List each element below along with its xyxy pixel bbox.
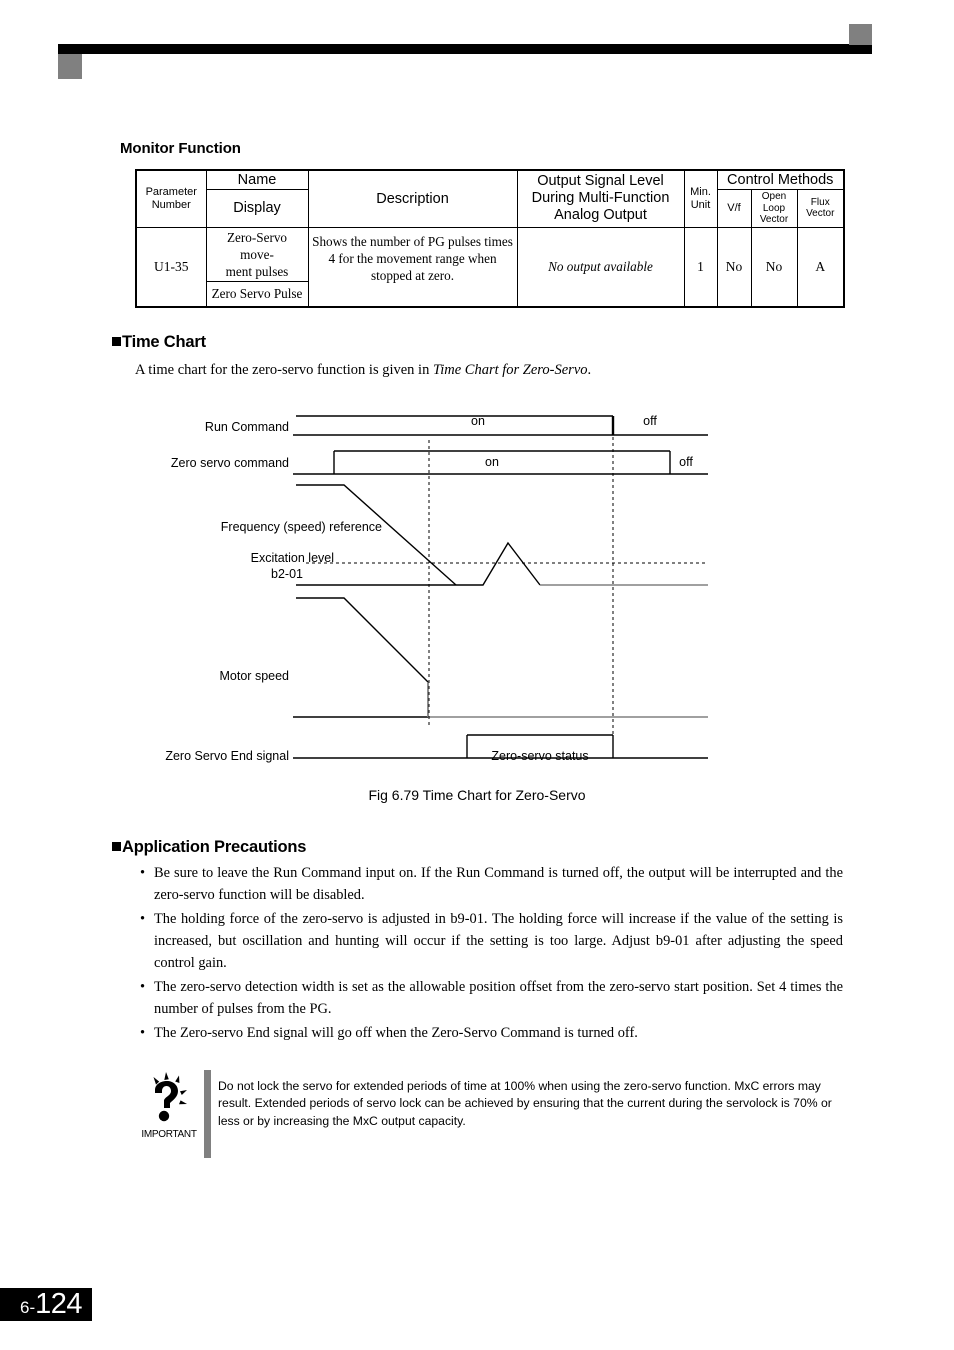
figure-caption: Fig 6.79 Time Chart for Zero-Servo	[368, 787, 586, 803]
frequency-reference-ramp	[296, 484, 457, 586]
th-display: Display	[205, 189, 309, 228]
cell-output-signal-level: No output available	[516, 226, 685, 308]
list-item-text: Be sure to leave the Run Command input o…	[154, 865, 843, 904]
label-frequency-reference: Frequency (speed) reference	[221, 520, 382, 534]
important-icon-group: IMPORTANT	[136, 1068, 202, 1140]
th-name: Name	[205, 169, 309, 190]
state-zero-servo-on: on	[485, 455, 499, 469]
cell-desc-line3: stopped at zero.	[370, 268, 455, 284]
state-run-command-on: on	[471, 414, 485, 428]
bullet-icon: •	[140, 911, 146, 928]
precautions-list: • Be sure to leave the Run Command input…	[137, 862, 843, 1046]
th-output-line3: Analog Output	[554, 207, 647, 224]
header-black-bar	[58, 44, 872, 54]
th-output-signal-level: Output Signal Level During Multi-Function…	[516, 169, 685, 228]
th-olv-line2: Loop	[762, 202, 786, 214]
motor-speed-ramp	[296, 597, 429, 683]
exclamation-burst-icon	[153, 1072, 187, 1122]
bullet-icon: •	[140, 979, 146, 996]
label-zero-servo-command: Zero servo command	[171, 456, 289, 470]
list-item-text: The zero-servo detection width is set as…	[154, 979, 843, 1018]
th-parameter-number-line1: Parameter	[145, 186, 197, 199]
list-item: • The zero-servo detection width is set …	[137, 976, 843, 1020]
time-chart-heading-label: Time Chart	[122, 333, 206, 351]
intro-suffix: .	[587, 362, 592, 378]
th-parameter-number-line2: Number	[151, 198, 191, 211]
intro-prefix: A time chart for the zero-servo function…	[135, 362, 433, 378]
application-precautions-heading-label: Application Precautions	[122, 838, 307, 856]
time-chart-heading: Time Chart	[112, 333, 206, 352]
cell-name: Zero-Servo move-ment pulses	[205, 226, 309, 282]
th-fv-line1: Flux	[810, 196, 830, 208]
label-motor-speed: Motor speed	[220, 669, 290, 683]
intro-italic-title: Time Chart for Zero-Servo	[432, 362, 588, 378]
th-vf: V/f	[716, 189, 752, 228]
square-bullet-icon-2	[112, 842, 121, 851]
label-run-command: Run Command	[205, 420, 289, 434]
page-chapter: 6-	[19, 1298, 36, 1317]
th-output-line2: During Multi-Function	[531, 190, 670, 207]
monitor-function-table: Parameter Number Name Description Output …	[135, 169, 845, 308]
list-item: • Be sure to leave the Run Command input…	[137, 862, 843, 906]
important-note-text: Do not lock the servo for extended perio…	[218, 1079, 832, 1128]
cell-flux-vector: A	[796, 226, 845, 308]
cell-desc-line1: Shows the number of PG pulses times	[312, 233, 513, 249]
th-min-unit: Min. Unit	[683, 169, 718, 228]
bullet-icon: •	[140, 1025, 146, 1042]
state-zero-servo-off: off	[679, 455, 693, 469]
cell-description: Shows the number of PG pulses times 4 for…	[307, 226, 518, 308]
th-open-loop-vector: Open Loop Vector	[750, 189, 798, 228]
label-zero-servo-end-signal: Zero Servo End signal	[165, 749, 289, 763]
th-olv-line3: Vector	[759, 214, 789, 225]
list-item: • The Zero-servo End signal will go off …	[137, 1022, 843, 1044]
state-run-command-off: off	[643, 414, 657, 428]
time-chart-intro-paragraph: A time chart for the zero-servo function…	[135, 362, 591, 379]
frequency-reference-pulse	[456, 541, 541, 586]
cell-min-unit: 1	[683, 226, 718, 308]
label-b2-01: b2-01	[271, 567, 303, 581]
important-note-box: IMPORTANT Do not lock the servo for exte…	[136, 1068, 846, 1158]
th-description: Description	[307, 169, 518, 228]
th-olv-line1: Open	[761, 191, 787, 202]
important-label: IMPORTANT	[141, 1129, 197, 1140]
th-parameter-number: Parameter Number	[135, 169, 207, 228]
cell-display: Zero Servo Pulse	[205, 280, 309, 308]
label-excitation-level: Excitation level	[251, 551, 334, 565]
th-output-line1: Output Signal Level	[537, 173, 664, 190]
list-item-text: The Zero-servo End signal will go off wh…	[154, 1025, 638, 1042]
cell-desc-line2: 4 for the movement range when	[328, 250, 497, 266]
list-item: • The holding force of the zero-servo is…	[137, 908, 843, 974]
square-bullet-icon	[112, 337, 121, 346]
bullet-icon: •	[140, 865, 146, 881]
th-min-unit-line1: Min.	[690, 186, 711, 199]
th-control-methods: Control Methods	[716, 169, 845, 190]
th-min-unit-line2: Unit	[690, 198, 711, 211]
th-fv-line2: Vector	[806, 208, 835, 220]
page-number-badge: 6- 124	[0, 1288, 92, 1321]
cell-vf: No	[716, 226, 752, 308]
cell-parameter-number: U1-35	[135, 226, 207, 308]
header-gray-square-right	[849, 24, 872, 45]
th-flux-vector: Flux Vector	[796, 189, 845, 228]
page-number: 124	[35, 1288, 82, 1320]
monitor-function-heading: Monitor Function	[120, 140, 241, 157]
cell-name-line1: Zero-Servo move-	[226, 229, 288, 262]
list-item-text: The holding force of the zero-servo is a…	[154, 911, 843, 972]
cell-name-line2: ment pulses	[225, 263, 289, 279]
time-chart-diagram: Run Command on off Zero servo command on…	[0, 395, 954, 785]
cell-open-loop-vector: No	[750, 226, 798, 308]
state-zero-servo-status: Zero-servo status	[491, 749, 588, 763]
important-vertical-rule	[204, 1070, 211, 1158]
header-gray-square-left	[58, 54, 82, 79]
application-precautions-heading: Application Precautions	[112, 838, 306, 857]
